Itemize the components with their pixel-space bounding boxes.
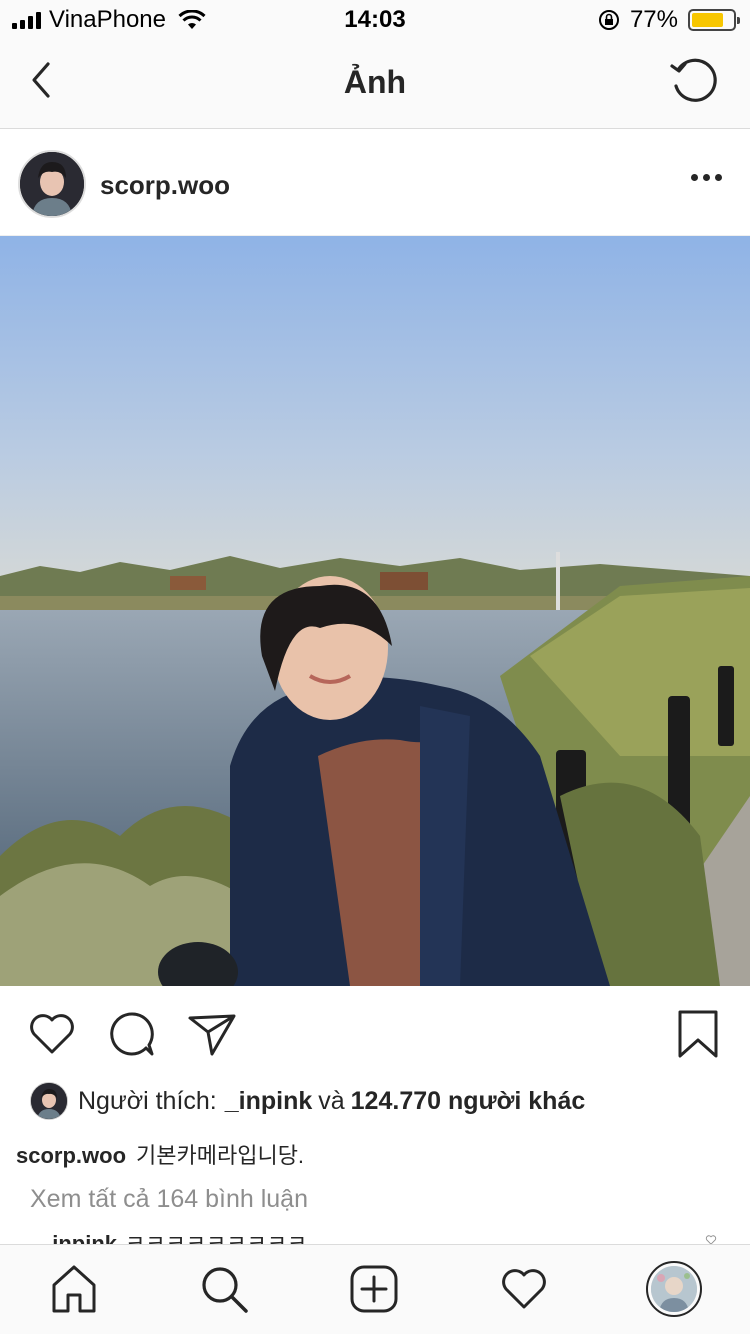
post-author-username[interactable]: scorp.woo [100, 170, 230, 201]
battery-icon [688, 9, 740, 31]
post-actions [0, 986, 750, 1076]
likes-prefix: Người thích: [78, 1086, 217, 1115]
caption-username[interactable]: scorp.woo [16, 1143, 126, 1168]
profile-avatar [651, 1266, 697, 1312]
profile-avatar-tab[interactable] [646, 1261, 702, 1317]
bottom-tab-bar [0, 1244, 750, 1334]
home-icon[interactable] [48, 1263, 100, 1315]
battery-percent: 77% [629, 6, 678, 33]
battery-fill [692, 13, 723, 27]
status-bar: VinaPhone 14:03 77% [0, 0, 750, 40]
liker-avatar [30, 1082, 68, 1120]
post-photo[interactable] [0, 236, 750, 986]
likes-others[interactable]: 124.770 người khác [351, 1087, 586, 1116]
navigation-bar: Ảnh [0, 40, 750, 129]
more-dots-icon[interactable] [691, 174, 722, 181]
orientation-lock-icon [598, 10, 619, 30]
heart-icon[interactable] [26, 1008, 78, 1060]
bookmark-icon[interactable] [672, 1008, 724, 1060]
activity-heart-icon[interactable] [498, 1263, 550, 1315]
likes-conjunction: và [318, 1086, 345, 1115]
comment-icon[interactable] [106, 1008, 158, 1060]
status-right: 77% [598, 6, 740, 34]
send-icon[interactable] [186, 1008, 238, 1060]
post-header: scorp.woo [0, 130, 750, 236]
add-post-icon[interactable] [348, 1263, 400, 1315]
likes-summary[interactable]: Người thích: _inpink và 124.770 người kh… [30, 1082, 585, 1120]
search-icon[interactable] [198, 1263, 250, 1315]
caption-text: 기본카메라입니당. [136, 1143, 305, 1168]
post-author-avatar[interactable] [18, 150, 86, 218]
page-title: Ảnh [343, 64, 407, 100]
liker-username[interactable]: _inpink [225, 1087, 313, 1116]
view-all-comments-link[interactable]: Xem tất cả 164 bình luận [30, 1185, 308, 1214]
refresh-icon[interactable] [668, 56, 720, 108]
post-caption: scorp.woo 기본카메라입니당. [16, 1138, 304, 1170]
